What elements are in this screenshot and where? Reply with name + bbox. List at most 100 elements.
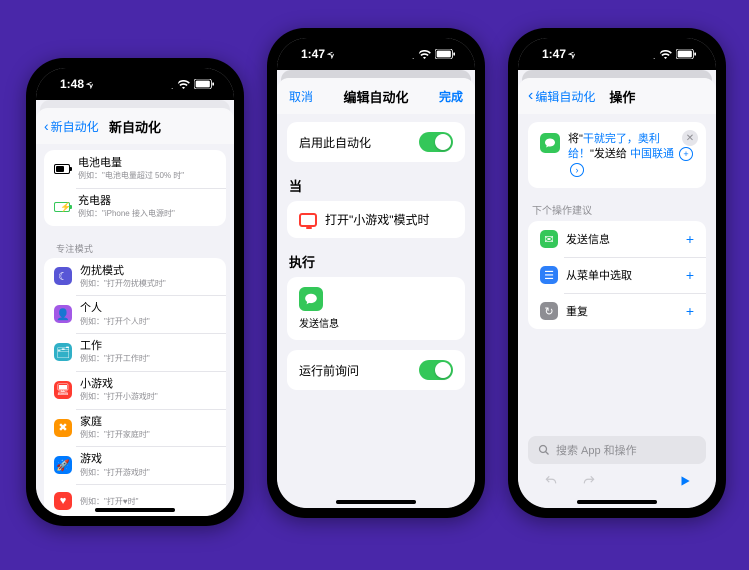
row-title: 勿扰模式 xyxy=(80,265,216,278)
gameboy-icon: 🖥 xyxy=(54,381,72,399)
message-icon xyxy=(299,287,323,311)
notch xyxy=(572,38,662,60)
back-label: 编辑自动化 xyxy=(535,88,595,105)
battery-icon xyxy=(194,79,214,89)
row-battery-level[interactable]: 电池电量例如："电池电量超过 50% 时" xyxy=(44,150,226,188)
add-suggestion-button[interactable]: + xyxy=(686,303,694,319)
moon-icon: ☾ xyxy=(54,267,72,285)
tools-icon: ✖ xyxy=(54,419,72,437)
phone-right: 1:47 ‹ 编辑自动化 操作 将"干就完了，奥利给！ xyxy=(508,28,726,518)
action-card[interactable]: 发送信息 xyxy=(287,277,465,340)
done-button[interactable]: 完成 xyxy=(439,88,463,105)
page-title: 新自动化 xyxy=(109,117,161,136)
undo-button[interactable] xyxy=(542,474,560,488)
battery-icon xyxy=(54,161,70,177)
heart-icon: ♥ xyxy=(54,492,72,510)
display-icon xyxy=(299,213,317,227)
ask-toggle[interactable] xyxy=(419,360,453,380)
suggestion-1[interactable]: ☰ 从菜单中选取 + xyxy=(528,257,706,293)
row-charger[interactable]: ⚡ 充电器例如："iPhone 接入电源时" xyxy=(44,188,226,226)
suggestion-label: 从菜单中选取 xyxy=(566,267,632,283)
suggestion-0[interactable]: ✉ 发送信息 + xyxy=(528,221,706,257)
cancel-button[interactable]: 取消 xyxy=(289,88,313,105)
add-recipient-button[interactable]: + xyxy=(679,147,693,161)
battery-icon xyxy=(435,49,455,59)
bottom-toolbar xyxy=(528,464,706,500)
status-time: 1:47 xyxy=(301,47,325,61)
add-suggestion-button[interactable]: + xyxy=(686,231,694,247)
row-subtitle: 例如："打开家庭时" xyxy=(80,430,216,440)
back-label: 新自动化 xyxy=(51,118,99,135)
nav-bar: ‹ 编辑自动化 操作 xyxy=(518,78,716,114)
enable-label: 启用此自动化 xyxy=(299,134,371,151)
row-focus-0[interactable]: ☾ 勿扰模式 例如："打开勿扰模式时" xyxy=(44,258,226,296)
row-focus-3[interactable]: 🖥 小游戏 例如："打开小游戏时" xyxy=(44,371,226,409)
person-icon: 👤 xyxy=(54,305,72,323)
row-focus-2[interactable]: 🗂 工作 例如："打开工作时" xyxy=(44,333,226,371)
when-header: 当 xyxy=(287,172,465,201)
add-suggestion-button[interactable]: + xyxy=(686,267,694,283)
row-title: 工作 xyxy=(80,340,216,353)
row-subtitle: 例如："打开♥时" xyxy=(80,497,216,507)
row-subtitle: 例如："打开小游戏时" xyxy=(80,392,216,402)
row-focus-5[interactable]: 🚀 游戏 例如："打开游戏时" xyxy=(44,446,226,484)
rocket-icon: 🚀 xyxy=(54,456,72,474)
suggestion-2[interactable]: ↻ 重复 + xyxy=(528,293,706,329)
back-button[interactable]: ‹ 新自动化 xyxy=(44,118,99,135)
remove-action-button[interactable]: ✕ xyxy=(682,130,698,146)
focus-section-header: 专注模式 xyxy=(44,234,226,258)
recipient-token[interactable]: 中国联通 xyxy=(630,148,674,160)
home-indicator[interactable] xyxy=(336,500,416,504)
enable-toggle[interactable] xyxy=(419,132,453,152)
phone-left: 1:48 ‹ 新自动化 xyxy=(26,58,244,526)
nav-bar: ‹ 新自动化 新自动化 xyxy=(36,108,234,144)
home-indicator[interactable] xyxy=(95,508,175,512)
row-title: 电池电量 xyxy=(78,157,216,170)
search-icon xyxy=(538,444,550,456)
suggestion-label: 重复 xyxy=(566,303,588,319)
enable-card: 启用此自动化 xyxy=(287,122,465,162)
row-subtitle: 例如："打开勿扰模式时" xyxy=(80,279,216,289)
notch xyxy=(90,68,180,90)
battery-icon xyxy=(676,49,696,59)
row-title: 充电器 xyxy=(78,195,216,208)
charger-icon: ⚡ xyxy=(54,199,70,215)
summary-text: 将"干就完了，奥利给！"发送给 中国联通 + › xyxy=(568,132,694,178)
back-button[interactable]: ‹ 编辑自动化 xyxy=(528,87,595,105)
suggestion-icon: ☰ xyxy=(540,266,558,284)
battery-group: 电池电量例如："电池电量超过 50% 时" ⚡ 充电器例如："iPhone 接入… xyxy=(44,150,226,226)
status-time: 1:48 xyxy=(60,77,84,91)
row-title: 家庭 xyxy=(80,416,216,429)
phone-middle: 1:47 取消 编辑自动化 完成 启用此自动化 xyxy=(267,28,485,518)
trigger-text: 打开"小游戏"模式时 xyxy=(325,211,430,228)
trigger-card[interactable]: 打开"小游戏"模式时 xyxy=(287,201,465,238)
action-summary[interactable]: 将"干就完了，奥利给！"发送给 中国联通 + › ✕ xyxy=(528,122,706,188)
suggestion-icon: ↻ xyxy=(540,302,558,320)
action-label: 发送信息 xyxy=(299,315,453,330)
row-subtitle: 例如："iPhone 接入电源时" xyxy=(78,209,216,219)
focus-group: ☾ 勿扰模式 例如："打开勿扰模式时"👤 个人 例如："打开个人时"🗂 工作 例… xyxy=(44,258,226,516)
message-icon xyxy=(540,133,560,153)
suggestions-header: 下个操作建议 xyxy=(528,198,706,221)
ask-label: 运行前询问 xyxy=(299,362,359,379)
row-subtitle: 例如："电池电量超过 50% 时" xyxy=(78,171,216,181)
row-subtitle: 例如："打开游戏时" xyxy=(80,468,216,478)
home-indicator[interactable] xyxy=(577,500,657,504)
suggestion-icon: ✉ xyxy=(540,230,558,248)
chevron-left-icon: ‹ xyxy=(528,87,533,105)
run-button[interactable] xyxy=(678,474,692,488)
run-header: 执行 xyxy=(287,248,465,277)
row-subtitle: 例如："打开个人时" xyxy=(80,317,216,327)
row-title: 个人 xyxy=(80,302,216,315)
page-title: 编辑自动化 xyxy=(343,87,408,106)
redo-button[interactable] xyxy=(580,474,598,488)
expand-button[interactable]: › xyxy=(570,163,584,177)
row-title: 小游戏 xyxy=(80,378,216,391)
row-focus-4[interactable]: ✖ 家庭 例如："打开家庭时" xyxy=(44,409,226,447)
row-focus-1[interactable]: 👤 个人 例如："打开个人时" xyxy=(44,295,226,333)
ask-card: 运行前询问 xyxy=(287,350,465,390)
page-title: 操作 xyxy=(609,87,635,106)
chevron-left-icon: ‹ xyxy=(44,118,49,134)
row-title: 游戏 xyxy=(80,453,216,466)
search-input[interactable]: 搜索 App 和操作 xyxy=(528,436,706,464)
